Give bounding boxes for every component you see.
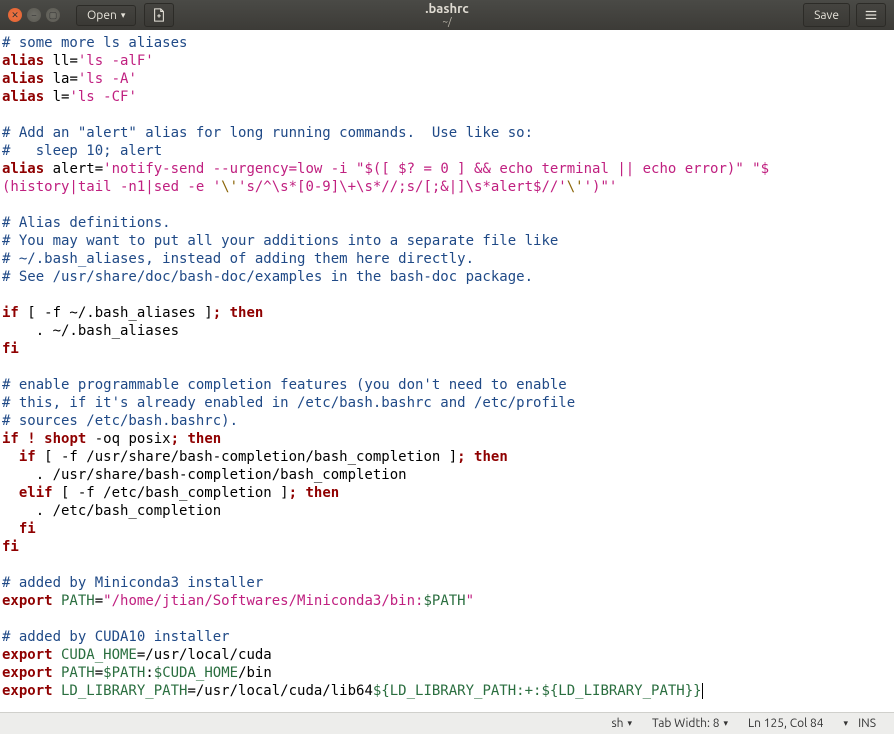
title-area: .bashrc ~/ (425, 3, 468, 27)
tab-width-selector[interactable]: Tab Width: 8 ▾ (642, 717, 738, 730)
menu-button[interactable] (856, 3, 886, 27)
new-document-icon (152, 8, 166, 22)
tab-width-label: Tab Width: 8 (652, 717, 719, 730)
document-title: .bashrc (425, 3, 468, 17)
chevron-down-icon: ▾ (121, 10, 126, 21)
language-label: sh (611, 717, 623, 730)
language-selector[interactable]: sh ▾ (601, 717, 642, 730)
document-path: ~/ (425, 17, 468, 28)
mode-label: INS (858, 717, 876, 730)
minimize-icon[interactable]: – (27, 8, 41, 22)
open-button[interactable]: Open ▾ (76, 5, 136, 26)
open-label: Open (87, 9, 117, 22)
cursor-position[interactable]: Ln 125, Col 84 (738, 717, 834, 730)
save-button[interactable]: Save (803, 3, 850, 27)
new-tab-button[interactable] (144, 3, 174, 27)
save-label: Save (814, 9, 839, 22)
overwrite-toggle[interactable]: ▾ (834, 718, 849, 729)
chevron-down-icon: ▾ (723, 718, 728, 729)
maximize-icon[interactable]: ▢ (46, 8, 60, 22)
text-editor[interactable]: # some more ls aliases alias ll='ls -alF… (0, 30, 894, 712)
hamburger-icon (864, 8, 878, 22)
statusbar: sh ▾ Tab Width: 8 ▾ Ln 125, Col 84 ▾ INS (0, 712, 894, 734)
window-controls: ✕ – ▢ (0, 8, 68, 22)
position-label: Ln 125, Col 84 (748, 717, 824, 730)
titlebar: ✕ – ▢ Open ▾ .bashrc ~/ Save (0, 0, 894, 30)
close-icon[interactable]: ✕ (8, 8, 22, 22)
insert-mode[interactable]: INS (848, 717, 886, 730)
chevron-down-icon: ▾ (628, 718, 633, 729)
